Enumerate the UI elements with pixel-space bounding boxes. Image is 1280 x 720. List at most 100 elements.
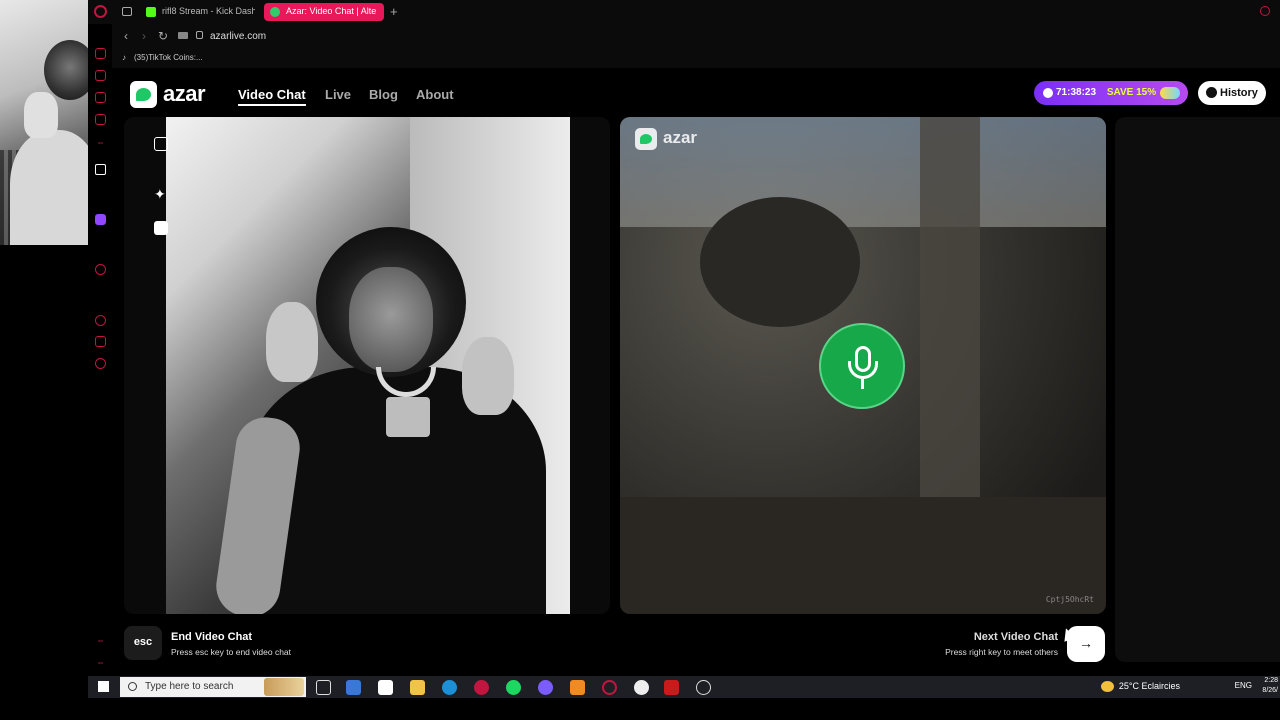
- system-clock[interactable]: 2:28 8/26/: [1262, 676, 1278, 696]
- sidebar-extensions-icon[interactable]: [95, 336, 106, 347]
- search-tabs-icon[interactable]: [1260, 6, 1270, 16]
- language-indicator[interactable]: ENG: [1235, 681, 1252, 690]
- nav-about[interactable]: About: [416, 87, 454, 102]
- sidebar-bag-icon[interactable]: [95, 70, 106, 81]
- webcam-person-body: [10, 130, 88, 245]
- end-chat-esc-button[interactable]: esc: [124, 626, 162, 660]
- peer-background-floor: [620, 497, 1106, 614]
- streamer-webcam-overlay: [0, 0, 88, 245]
- lock-icon[interactable]: [196, 31, 203, 39]
- history-label: History: [1220, 87, 1258, 99]
- windows-taskbar: Type here to search 25°C Eclaircies ENG …: [88, 676, 1280, 698]
- sidebar-more-icon[interactable]: [98, 640, 103, 642]
- new-tab-button[interactable]: +: [390, 4, 398, 19]
- reload-icon[interactable]: ↻: [158, 29, 168, 43]
- sidebar-twitch-icon[interactable]: [95, 214, 106, 225]
- app-red-icon[interactable]: [664, 680, 679, 695]
- clock-time: 2:28: [1264, 677, 1278, 684]
- search-icon: [128, 682, 137, 691]
- bookmarks-bar: (35)TikTok Coins:... ♪: [88, 48, 1280, 68]
- opera-icon[interactable]: [602, 680, 617, 695]
- sidebar-chat-icon[interactable]: [95, 92, 106, 103]
- peer-background-object: [700, 197, 860, 327]
- search-placeholder: Type here to search: [145, 681, 234, 692]
- tiktok-icon: ♪: [122, 53, 126, 62]
- azar-favicon-icon: [270, 7, 280, 17]
- tab-overview-icon[interactable]: [122, 7, 132, 16]
- sidebar-settings-icon[interactable]: [95, 358, 106, 369]
- sparkle-effects-icon[interactable]: ✦: [154, 187, 168, 201]
- app-circle-icon[interactable]: [696, 680, 711, 695]
- search-highlight-image: [264, 678, 304, 696]
- azar-watermark-icon: [635, 128, 657, 150]
- sidebar-divider: [98, 142, 103, 144]
- nav-blog[interactable]: Blog: [369, 87, 398, 102]
- tab-azar[interactable]: Azar: Video Chat | Alte: [264, 3, 384, 21]
- nav-video-chat[interactable]: Video Chat: [238, 87, 306, 106]
- promo-save: SAVE 15%: [1106, 87, 1157, 98]
- file-explorer-icon[interactable]: [410, 680, 425, 695]
- sidebar-player-icon[interactable]: [95, 264, 106, 275]
- task-view-icon[interactable]: [316, 680, 331, 695]
- history-clock-icon: [1206, 87, 1217, 98]
- windows-start-icon[interactable]: [98, 681, 109, 692]
- sidebar-arc-icon[interactable]: [95, 164, 106, 175]
- url-field[interactable]: azarlive.com: [210, 31, 266, 42]
- next-chat-subtitle: Press right key to meet others: [945, 647, 1058, 657]
- photo-hand-right: [462, 337, 514, 415]
- self-video-panel: ✦: [124, 117, 610, 614]
- expand-icon[interactable]: [154, 137, 168, 151]
- watermark-text: azar: [663, 128, 698, 147]
- weather-icon[interactable]: [1101, 681, 1114, 692]
- obs-icon[interactable]: [634, 680, 649, 695]
- tab-title: Azar: Video Chat | Alte: [286, 6, 377, 16]
- weather-text[interactable]: 25°C Eclaircies: [1119, 681, 1180, 691]
- promo-badge[interactable]: 71:38:23 SAVE 15%: [1034, 81, 1188, 105]
- nav-live[interactable]: Live: [325, 87, 351, 102]
- photo-hand-left: [266, 302, 318, 382]
- peer-video-panel: azar Cptj5OhcRt: [620, 117, 1106, 614]
- webcam-person-hand: [24, 92, 58, 138]
- forward-icon[interactable]: ›: [142, 29, 146, 43]
- side-panel: [1115, 117, 1280, 662]
- sticker-face-icon[interactable]: [154, 221, 168, 235]
- timer-clock-icon: [1043, 88, 1053, 98]
- opera-logo-icon[interactable]: [94, 5, 107, 18]
- sidebar-history-icon[interactable]: [95, 315, 106, 326]
- azar-site: azar Video Chat Live Blog About 71:38:23…: [112, 68, 1280, 676]
- sidebar-messenger-icon[interactable]: [95, 48, 106, 59]
- taskbar-search-input[interactable]: Type here to search: [120, 677, 306, 697]
- mail-icon[interactable]: [378, 680, 393, 695]
- spotify-icon[interactable]: [506, 680, 521, 695]
- azar-logo-icon: [130, 81, 157, 108]
- app-a-icon[interactable]: [570, 680, 585, 695]
- sidebar-news-icon[interactable]: [95, 114, 106, 125]
- sidebar-menu-icon[interactable]: [98, 662, 103, 664]
- screen-bottom-bar: [0, 698, 1280, 720]
- clock-date: 8/26/: [1262, 687, 1278, 694]
- bookmark-tiktok[interactable]: (35)TikTok Coins:...: [134, 53, 203, 62]
- microphone-button[interactable]: [819, 323, 905, 409]
- browser-tab-bar: rifl8 Stream - Kick Dashb Azar: Video Ch…: [88, 0, 1280, 24]
- azar-logo[interactable]: azar: [130, 81, 220, 109]
- photo-face: [349, 267, 433, 372]
- store-icon[interactable]: [346, 680, 361, 695]
- back-icon[interactable]: ‹: [124, 29, 128, 43]
- tab-kick-dashboard[interactable]: rifl8 Stream - Kick Dashb: [140, 3, 255, 21]
- kick-favicon-icon: [146, 7, 156, 17]
- browser-sidebar: [88, 24, 112, 676]
- photo-pendant: [386, 397, 430, 437]
- end-chat-subtitle: Press esc key to end video chat: [171, 647, 292, 657]
- tab-title: rifl8 Stream - Kick Dashb: [162, 6, 255, 16]
- edge-icon[interactable]: [442, 680, 457, 695]
- opera-gx-icon[interactable]: [474, 680, 489, 695]
- discord-icon[interactable]: [538, 680, 553, 695]
- self-video-feed: [166, 117, 570, 614]
- history-button[interactable]: History: [1198, 81, 1266, 105]
- microphone-icon-cup: [848, 361, 878, 379]
- promo-timer: 71:38:23: [1056, 87, 1097, 98]
- logo-text: azar: [163, 81, 206, 106]
- microphone-icon-stem: [861, 379, 864, 389]
- camera-in-use-icon[interactable]: [178, 32, 188, 39]
- webcam-person-head: [44, 40, 88, 100]
